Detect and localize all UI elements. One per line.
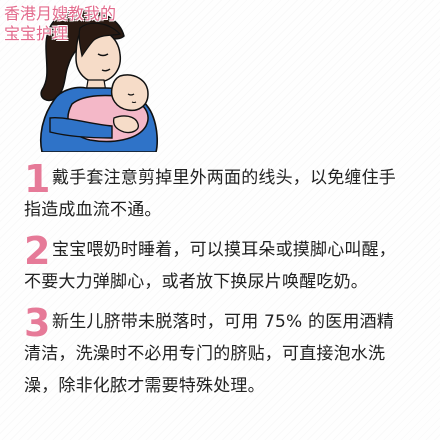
- infographic-canvas: 香港月嫂教我的 宝宝护理 1 戴手套注意剪掉里外两面的线头，以免缠住手 指造成血…: [0, 0, 440, 440]
- baby-head: [110, 74, 149, 112]
- tip-number: 2: [24, 229, 51, 273]
- tip-item: 1 戴手套注意剪掉里外两面的线头，以免缠住手 指造成血流不通。: [24, 157, 424, 226]
- title-line-2: 宝宝护理: [4, 24, 69, 43]
- tip-text: 新生儿脐带未脱落时，可用 75% 的医用酒精 清洁，洗澡时不必用专门的脐贴，可直…: [24, 306, 424, 402]
- tip-line: 指造成血流不通。: [24, 200, 162, 220]
- tip-item: 3 新生儿脐带未脱落时，可用 75% 的医用酒精 清洁，洗澡时不必用专门的脐贴，…: [24, 301, 424, 402]
- tip-item: 2 宝宝喂奶时睡着，可以摸耳朵或摸脚心叫醒， 不要大力弹脚心，或者放下换尿片唤醒…: [24, 229, 424, 298]
- tip-line: 戴手套注意剪掉里外两面的线头，以免缠住手: [52, 168, 396, 188]
- tip-line: 不要大力弹脚心，或者放下换尿片唤醒吃奶。: [24, 272, 368, 292]
- page-title: 香港月嫂教我的 宝宝护理: [4, 4, 116, 44]
- tip-line: 澡，除非化脓才需要特殊处理。: [24, 376, 265, 396]
- baby-mouth: [131, 101, 137, 104]
- tip-text: 宝宝喂奶时睡着，可以摸耳朵或摸脚心叫醒， 不要大力弹脚心，或者放下换尿片唤醒吃奶…: [24, 234, 424, 298]
- tips-list: 1 戴手套注意剪掉里外两面的线头，以免缠住手 指造成血流不通。 2 宝宝喂奶时睡…: [24, 157, 424, 410]
- tip-line: 新生儿脐带未脱落时，可用 75% 的医用酒精: [52, 312, 394, 332]
- tip-number: 1: [24, 157, 51, 201]
- title-line-1: 香港月嫂教我的: [4, 4, 117, 23]
- tip-number: 3: [24, 301, 51, 345]
- tip-line: 清洁，洗澡时不必用专门的脐贴，可直接泡水洗: [24, 344, 386, 364]
- tip-line: 宝宝喂奶时睡着，可以摸耳朵或摸脚心叫醒，: [52, 240, 396, 260]
- tip-text: 戴手套注意剪掉里外两面的线头，以免缠住手 指造成血流不通。: [24, 162, 424, 226]
